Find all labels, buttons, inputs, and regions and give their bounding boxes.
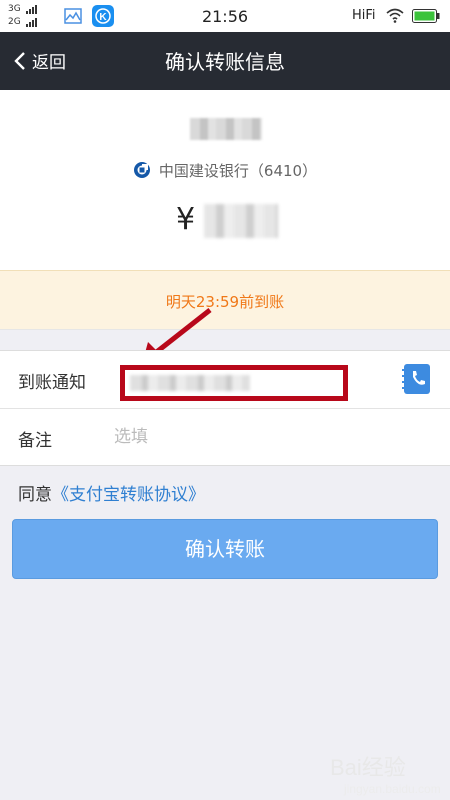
battery-icon <box>412 9 440 23</box>
bank-info: 中国建设银行（6410） <box>0 160 450 181</box>
agreement-link[interactable]: 《支付宝转账协议》 <box>52 485 205 505</box>
clock: 21:56 <box>201 7 249 26</box>
arrival-notice: 明天23:59前到账 <box>0 270 450 330</box>
baidu-watermark: Bai经验 jingyan.baidu.com <box>330 750 441 796</box>
recipient-name-redacted <box>190 118 262 140</box>
notify-row: 到账通知 <box>0 351 450 409</box>
bank-label: 中国建设银行（6410） <box>158 162 318 180</box>
amount-redacted <box>204 204 278 238</box>
nav-bar: 返回 确认转账信息 <box>0 32 450 90</box>
wifi-icon <box>386 8 404 23</box>
transfer-summary: 中国建设银行（6410） ¥ <box>0 90 450 270</box>
notify-label: 到账通知 <box>18 373 86 393</box>
arrival-notice-text: 明天23:59前到账 <box>165 293 285 311</box>
status-bar: 3G 2G K 21:56 HiFi <box>0 0 450 32</box>
watermark-main: Bai经验 <box>330 755 406 780</box>
confirm-transfer-button[interactable]: 确认转账 <box>12 519 438 579</box>
remark-label: 备注 <box>18 431 52 451</box>
agreement-line: 同意《支付宝转账协议》 <box>18 480 205 505</box>
page-title: 确认转账信息 <box>165 50 285 74</box>
transfer-form: 到账通知 备注 <box>0 350 450 466</box>
remark-row: 备注 <box>0 409 450 467</box>
hifi-label: HiFi <box>352 8 376 23</box>
contacts-phone-icon[interactable] <box>402 363 432 395</box>
agreement-prefix: 同意 <box>18 485 52 505</box>
annotation-highlight-box <box>120 365 348 401</box>
remark-input[interactable] <box>114 419 394 455</box>
amount-currency: ¥ <box>176 202 196 237</box>
ccb-logo-icon <box>133 162 150 178</box>
watermark-sub: jingyan.baidu.com <box>344 782 441 796</box>
